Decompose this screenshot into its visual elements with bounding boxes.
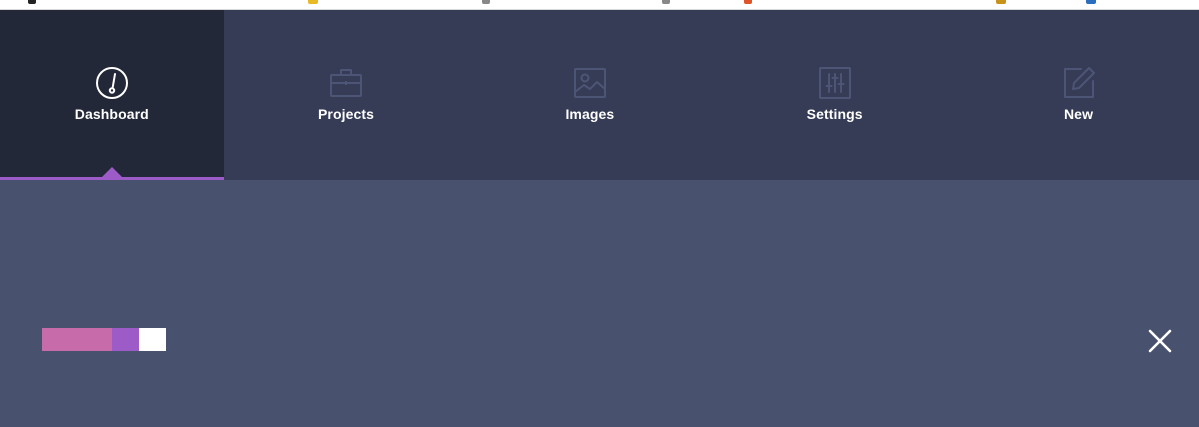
nav-label: Images — [565, 106, 615, 122]
nav-label: New — [1063, 106, 1094, 122]
browser-top-strip — [0, 0, 1199, 10]
close-button[interactable] — [1146, 327, 1174, 355]
gauge-icon — [95, 67, 128, 99]
briefcase-icon — [330, 69, 363, 97]
browser-bookmark-mark — [996, 0, 1006, 4]
swatch-purple[interactable] — [112, 328, 139, 351]
active-caret — [101, 167, 122, 177]
close-icon — [1148, 329, 1172, 353]
browser-bookmark-mark — [1086, 0, 1096, 4]
nav-label: Dashboard — [74, 106, 149, 122]
nav-label: Projects — [317, 106, 375, 122]
nav-item-projects[interactable]: Projects — [224, 10, 469, 180]
edit-icon — [1063, 67, 1095, 98]
color-swatches — [42, 328, 166, 351]
nav-item-new[interactable]: New — [958, 10, 1199, 180]
browser-bookmark-mark — [482, 0, 490, 4]
swatch-white[interactable] — [139, 328, 166, 351]
nav-item-settings[interactable]: Settings — [711, 10, 958, 180]
top-navigation: Dashboard Projects Images Settings New — [0, 10, 1199, 180]
browser-bookmark-mark — [744, 0, 752, 4]
active-underline — [0, 177, 224, 180]
image-icon — [573, 68, 606, 98]
browser-bookmark-mark — [662, 0, 670, 4]
browser-bookmark-mark — [28, 0, 36, 4]
nav-item-dashboard[interactable]: Dashboard — [0, 10, 224, 180]
nav-item-images[interactable]: Images — [468, 10, 711, 180]
nav-label: Settings — [806, 106, 863, 122]
sliders-icon — [818, 67, 851, 99]
browser-bookmark-mark — [308, 0, 318, 4]
swatch-pink[interactable] — [42, 328, 112, 351]
